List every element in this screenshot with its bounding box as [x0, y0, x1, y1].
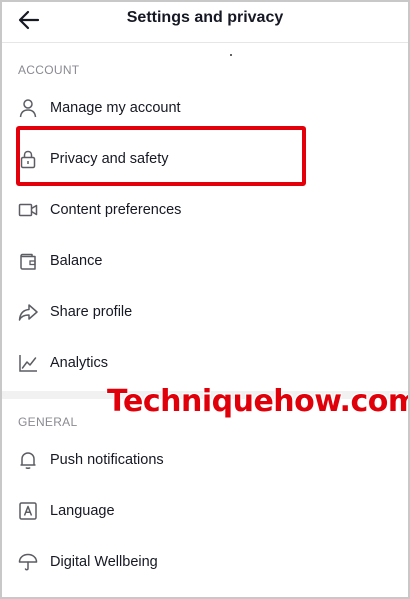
- section-label-general: GENERAL: [18, 415, 78, 429]
- menu-item-label: Push notifications: [50, 452, 164, 468]
- highlight-box: [16, 126, 306, 186]
- section-label-account: ACCOUNT: [18, 63, 80, 77]
- menu-item-manage-account[interactable]: Manage my account: [2, 88, 408, 128]
- stray-dot: [230, 54, 232, 56]
- share-icon: [17, 301, 39, 323]
- language-icon: [17, 500, 39, 522]
- umbrella-icon: [17, 551, 39, 573]
- menu-item-language[interactable]: Language: [2, 491, 408, 531]
- header-bar: Settings and privacy: [2, 2, 408, 43]
- menu-item-label: Language: [50, 503, 115, 519]
- watermark-text: Techniquehow.com: [107, 384, 410, 419]
- person-icon: [17, 97, 39, 119]
- menu-item-content-preferences[interactable]: Content preferences: [2, 190, 408, 230]
- menu-item-label: Digital Wellbeing: [50, 554, 158, 570]
- menu-item-label: Share profile: [50, 304, 133, 320]
- menu-item-label: Content preferences: [50, 202, 182, 218]
- menu-item-digital-wellbeing[interactable]: Digital Wellbeing: [2, 542, 408, 582]
- menu-item-label: Manage my account: [50, 100, 181, 116]
- menu-item-share-profile[interactable]: Share profile: [2, 292, 408, 332]
- video-icon: [17, 199, 39, 221]
- menu-item-balance[interactable]: Balance: [2, 241, 408, 281]
- bell-icon: [17, 449, 39, 471]
- wallet-icon: [17, 250, 39, 272]
- menu-item-label: Balance: [50, 253, 103, 269]
- menu-item-push-notifications[interactable]: Push notifications: [2, 440, 408, 480]
- menu-item-label: Analytics: [50, 355, 109, 371]
- settings-screen: Settings and privacy ACCOUNT Manage my a…: [0, 0, 410, 599]
- menu-item-analytics[interactable]: Analytics: [2, 343, 408, 383]
- analytics-icon: [17, 352, 39, 374]
- page-title: Settings and privacy: [126, 9, 284, 26]
